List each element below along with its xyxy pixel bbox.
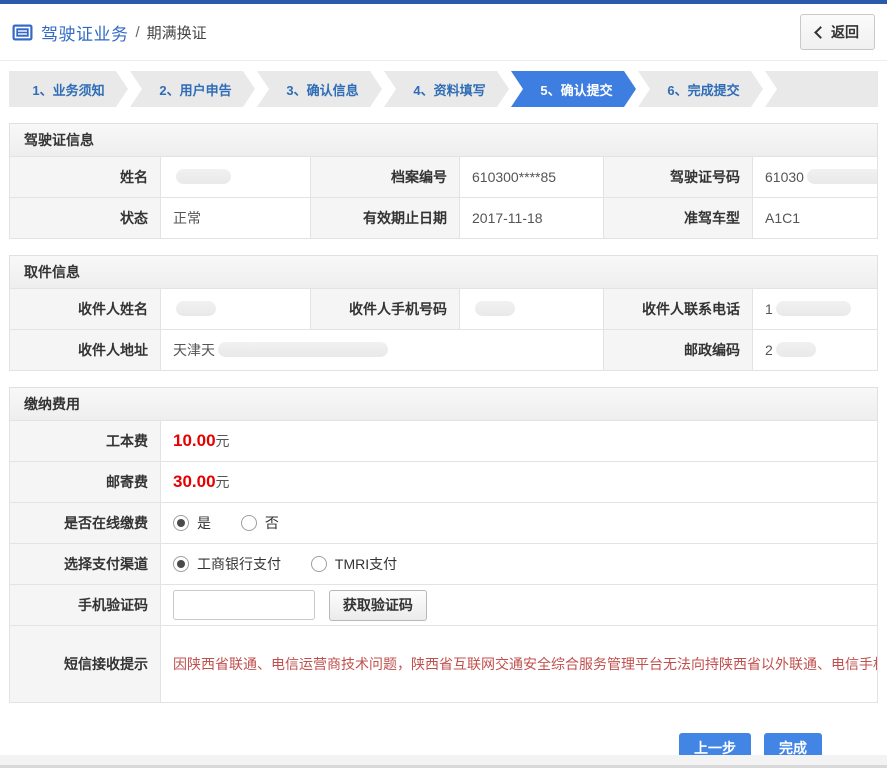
redacted-phone — [775, 301, 851, 316]
file-no-label: 档案编号 — [310, 156, 460, 198]
expiry-value: 2017-11-18 — [459, 197, 604, 239]
license-info-table: 姓名 档案编号 610300****85 驾驶证号码 61030 状态 正常 有… — [9, 156, 878, 239]
pickup-info-section-title: 取件信息 — [9, 255, 878, 289]
online-pay-label: 是否在线缴费 — [9, 502, 161, 544]
step-4-fill-data: 4、资料填写 — [384, 71, 509, 107]
postcode-value: 2 — [752, 329, 878, 371]
step-1-business-notice: 1、业务须知 — [9, 71, 128, 107]
license-no-label: 驾驶证号码 — [603, 156, 753, 198]
channel-tmri-label[interactable]: TMRI支付 — [335, 556, 397, 572]
redacted-recipient-name — [176, 301, 216, 316]
expiry-label: 有效期止日期 — [310, 197, 460, 239]
recipient-address-label: 收件人地址 — [9, 329, 161, 371]
step-5-confirm-submit-active: 5、确认提交 — [511, 71, 636, 107]
table-row: 短信接收提示 因陕西省联通、电信运营商技术问题，陕西省互联网交通安全综合服务管理… — [9, 625, 878, 703]
payment-channel-options: 工商银行支付 TMRI支付 — [160, 543, 878, 585]
sms-code-input[interactable] — [173, 590, 315, 620]
sms-notice-text: 因陕西省联通、电信运营商技术问题，陕西省互联网交通安全综合服务管理平台无法向持陕… — [173, 656, 878, 672]
recipient-name-label: 收件人姓名 — [9, 288, 161, 330]
online-pay-no-radio[interactable] — [240, 515, 257, 531]
vehicle-type-label: 准驾车型 — [603, 197, 753, 239]
payment-channel-label: 选择支付渠道 — [9, 543, 161, 585]
table-row: 姓名 档案编号 610300****85 驾驶证号码 61030 — [9, 156, 878, 198]
redacted-mobile — [475, 301, 515, 316]
table-row: 手机验证码 获取验证码 — [9, 584, 878, 626]
table-row: 收件人地址 天津天 邮政编码 2 — [9, 329, 878, 371]
recipient-mobile-label: 收件人手机号码 — [310, 288, 460, 330]
sms-notice-cell: 因陕西省联通、电信运营商技术问题，陕西省互联网交通安全综合服务管理平台无法向持陕… — [160, 625, 878, 703]
channel-icbc-label[interactable]: 工商银行支付 — [197, 556, 281, 572]
online-pay-yes-label[interactable]: 是 — [197, 515, 211, 531]
recipient-phone-label: 收件人联系电话 — [603, 288, 753, 330]
mailing-fee-value: 30.00元 — [160, 461, 878, 503]
mailing-fee-label: 邮寄费 — [9, 461, 161, 503]
online-pay-yes-radio[interactable] — [173, 515, 189, 531]
redacted-address — [218, 342, 388, 357]
table-row: 选择支付渠道 工商银行支付 TMRI支付 — [9, 543, 878, 585]
recipient-phone-value: 1 — [752, 288, 878, 330]
payment-section: 缴纳费用 工本费 10.00元 邮寄费 30.00元 是否在线缴费 是 否 选择… — [9, 387, 878, 703]
channel-icbc-radio[interactable] — [173, 556, 189, 572]
recipient-name-value — [160, 288, 311, 330]
get-code-button[interactable]: 获取验证码 — [328, 589, 427, 621]
production-fee-value: 10.00元 — [160, 420, 878, 462]
back-button[interactable]: 返回 — [800, 14, 875, 50]
step-wizard: 1、业务须知 2、用户申告 3、确认信息 4、资料填写 5、确认提交 6、完成提… — [9, 71, 878, 107]
step-bar-filler — [765, 71, 878, 107]
file-no-value: 610300****85 — [459, 156, 604, 198]
postcode-label: 邮政编码 — [603, 329, 753, 371]
online-pay-options: 是 否 — [160, 502, 878, 544]
license-info-section: 驾驶证信息 姓名 档案编号 610300****85 驾驶证号码 61030 状… — [9, 123, 878, 239]
sms-code-label: 手机验证码 — [9, 584, 161, 626]
recipient-mobile-value — [459, 288, 604, 330]
channel-tmri-radio[interactable] — [310, 556, 327, 572]
pickup-info-table: 收件人姓名 收件人手机号码 收件人联系电话 1 收件人地址 天津天 邮政编码 2 — [9, 288, 878, 371]
online-pay-no-label[interactable]: 否 — [265, 515, 279, 531]
payment-table: 工本费 10.00元 邮寄费 30.00元 是否在线缴费 是 否 选择支付渠道 … — [9, 420, 878, 703]
license-no-value: 61030 — [752, 156, 878, 198]
name-label: 姓名 — [9, 156, 161, 198]
redacted-license-no — [806, 169, 877, 184]
back-button-label: 返回 — [831, 24, 859, 40]
chevron-left-icon — [814, 25, 827, 39]
vehicle-type-value: A1C1 — [752, 197, 878, 239]
payment-section-title: 缴纳费用 — [9, 387, 878, 421]
page-title: 驾驶证业务 — [41, 24, 129, 44]
recipient-address-value: 天津天 — [160, 329, 604, 371]
pickup-info-section: 取件信息 收件人姓名 收件人手机号码 收件人联系电话 1 收件人地址 天津天 邮… — [9, 255, 878, 371]
redacted-postcode — [775, 342, 816, 357]
sms-code-field: 获取验证码 — [160, 584, 878, 626]
production-fee-label: 工本费 — [9, 420, 161, 462]
table-row: 工本费 10.00元 — [9, 420, 878, 462]
breadcrumb-separator: / — [135, 23, 140, 41]
license-info-section-title: 驾驶证信息 — [9, 123, 878, 157]
page-header: 驾驶证业务 / 期满换证 返回 — [0, 4, 887, 61]
page-footer-strip — [0, 755, 887, 768]
step-3-confirm-info: 3、确认信息 — [257, 71, 382, 107]
step-2-user-declaration: 2、用户申告 — [130, 71, 255, 107]
step-6-complete-submit: 6、完成提交 — [638, 71, 763, 107]
license-form-icon — [12, 24, 33, 40]
status-label: 状态 — [9, 197, 161, 239]
table-row: 是否在线缴费 是 否 — [9, 502, 878, 544]
table-row: 状态 正常 有效期止日期 2017-11-18 准驾车型 A1C1 — [9, 197, 878, 239]
table-row: 邮寄费 30.00元 — [9, 461, 878, 503]
table-row: 收件人姓名 收件人手机号码 收件人联系电话 1 — [9, 288, 878, 330]
sms-notice-label: 短信接收提示 — [9, 625, 161, 703]
breadcrumb-current: 期满换证 — [146, 24, 207, 42]
redacted-name — [176, 169, 231, 184]
status-value: 正常 — [160, 197, 311, 239]
name-value — [160, 156, 311, 198]
